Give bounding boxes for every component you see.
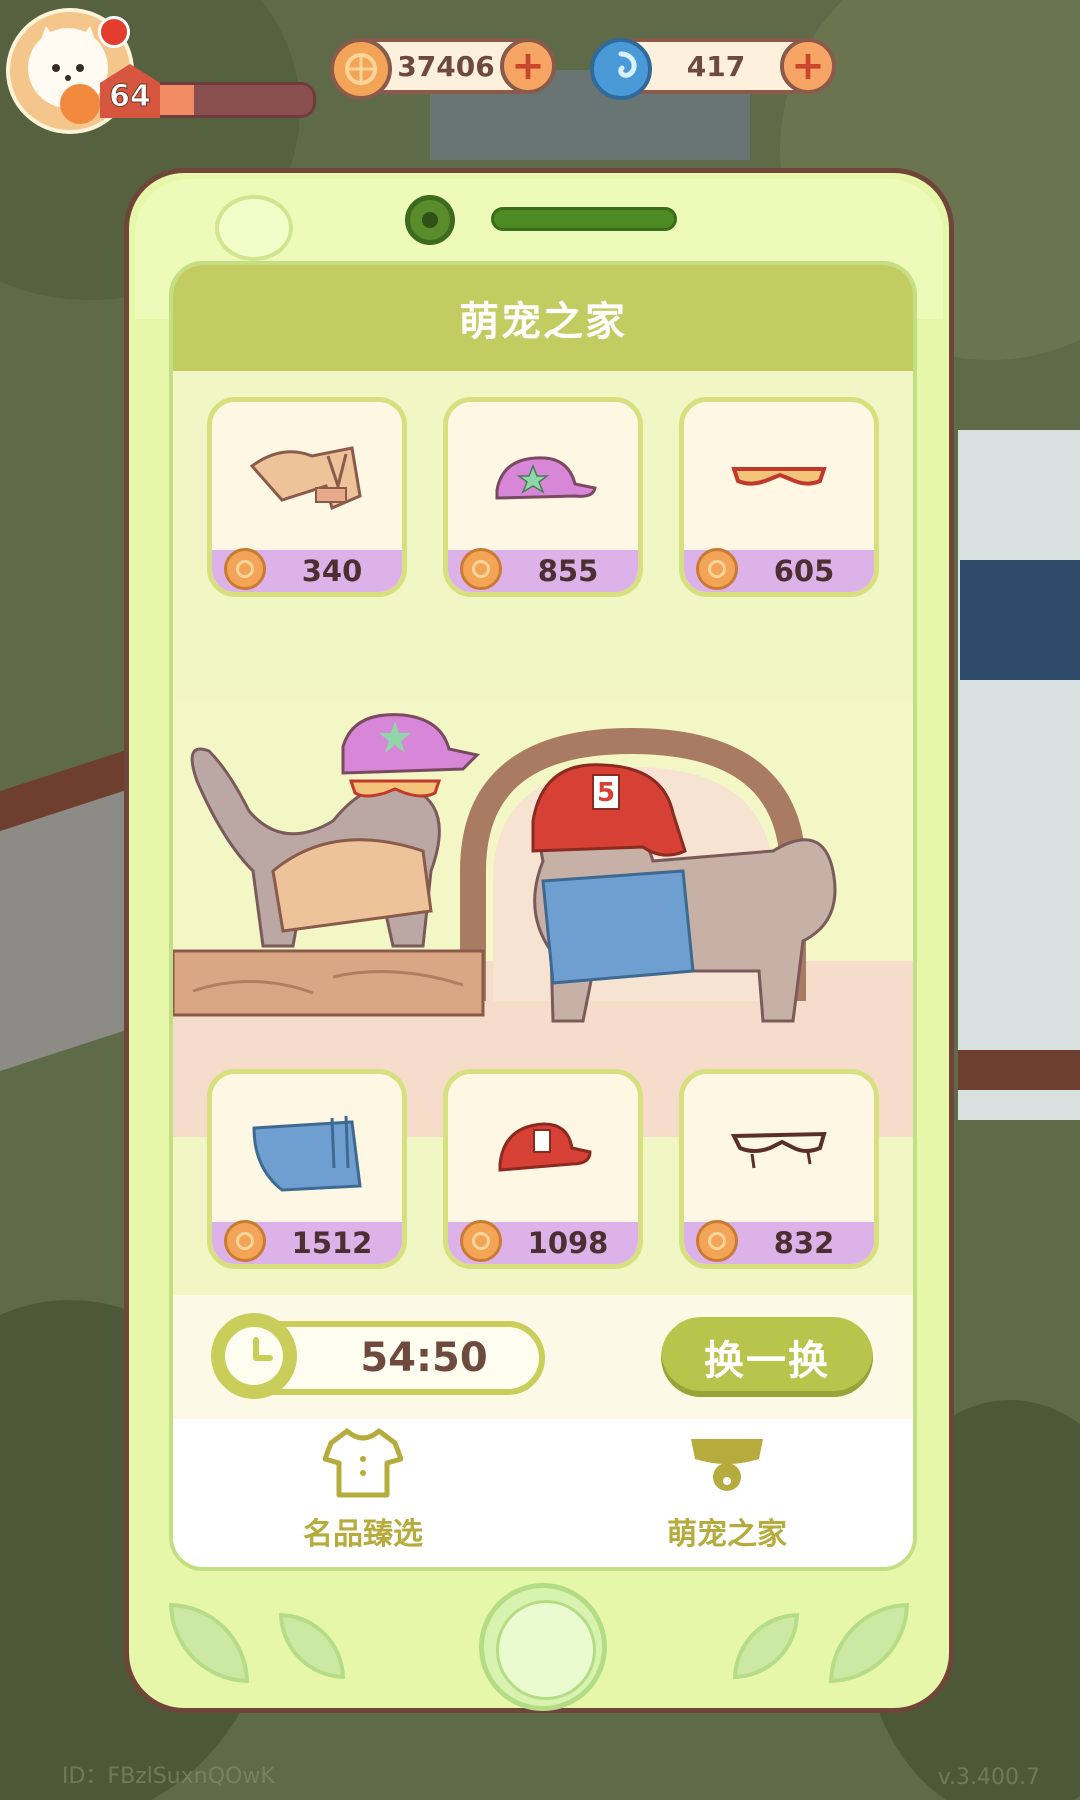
item-card-star-cap[interactable]: 855 bbox=[443, 397, 643, 597]
coin-value: 37406 bbox=[397, 49, 495, 83]
item-card-black-glasses[interactable]: 832 bbox=[679, 1069, 879, 1269]
leaf-icon bbox=[829, 1603, 909, 1683]
level-value: 64 bbox=[109, 79, 152, 115]
item-card-red-helmet[interactable]: 1098 bbox=[443, 1069, 643, 1269]
gem-value: 417 bbox=[686, 49, 746, 83]
plus-icon: + bbox=[791, 43, 825, 89]
item-card-red-sunglasses[interactable]: 605 bbox=[679, 397, 879, 597]
notification-dot bbox=[98, 16, 130, 48]
add-gems-button[interactable]: + bbox=[780, 38, 836, 94]
flower-coin-icon bbox=[330, 38, 392, 100]
tab-bar: 名品臻选 萌宠之家 bbox=[173, 1419, 913, 1567]
flower-coin-icon bbox=[696, 1220, 738, 1262]
leaf-icon bbox=[279, 1613, 345, 1679]
clock-icon bbox=[211, 1313, 297, 1399]
shirt-icon bbox=[323, 1428, 403, 1498]
flower-coin-icon bbox=[696, 548, 738, 590]
flower-coin-icon bbox=[460, 548, 502, 590]
denim-shirt-icon bbox=[212, 1074, 402, 1222]
tab-premium-selection[interactable]: 名品臻选 bbox=[213, 1419, 513, 1567]
plus-icon: + bbox=[511, 43, 545, 89]
leaf-icon bbox=[733, 1613, 799, 1679]
refresh-timer: 54:50 bbox=[360, 1335, 488, 1381]
flower-coin-icon bbox=[224, 1220, 266, 1262]
item-card-denim-shirt[interactable]: 1512 bbox=[207, 1069, 407, 1269]
red-helmet-icon bbox=[448, 1074, 638, 1222]
flower-coin-icon bbox=[460, 1220, 502, 1262]
speaker-slot bbox=[491, 207, 677, 231]
shop-title: 萌宠之家 bbox=[459, 299, 627, 345]
item-price: 1098 bbox=[527, 1226, 609, 1260]
star-cap-icon bbox=[448, 402, 638, 550]
coin-counter: 37406 + bbox=[330, 38, 556, 100]
phone-frame: 萌宠之家 340 855 605 5 1512 1098 832 54:50 换… bbox=[124, 168, 954, 1713]
svg-text:5: 5 bbox=[597, 778, 615, 808]
tab-pet-home[interactable]: 萌宠之家 bbox=[577, 1419, 877, 1567]
black-glasses-icon bbox=[684, 1074, 874, 1222]
apple-home-button[interactable] bbox=[479, 1583, 607, 1711]
shop-screen: 萌宠之家 340 855 605 5 1512 1098 832 54:50 换… bbox=[169, 261, 917, 1571]
refresh-row: 54:50 换一换 bbox=[173, 1295, 913, 1419]
collar-bell-icon bbox=[691, 1439, 763, 1491]
apple-logo-icon bbox=[215, 195, 293, 261]
refresh-button[interactable]: 换一换 bbox=[661, 1317, 873, 1397]
blue-swirl-icon bbox=[590, 38, 652, 100]
refresh-button-label: 换一换 bbox=[704, 1338, 830, 1384]
gem-counter: 417 + bbox=[590, 38, 836, 100]
flower-coin-icon bbox=[224, 548, 266, 590]
version-label: v.3.400.7 bbox=[937, 1765, 1040, 1790]
trench-coat-icon bbox=[212, 402, 402, 550]
item-price: 832 bbox=[773, 1226, 835, 1260]
item-price: 855 bbox=[537, 554, 599, 588]
item-price: 605 bbox=[773, 554, 835, 588]
item-card-trench-coat[interactable]: 340 bbox=[207, 397, 407, 597]
item-price: 340 bbox=[301, 554, 363, 588]
xp-bar bbox=[140, 82, 316, 118]
camera-icon bbox=[405, 195, 455, 245]
tab-label: 名品臻选 bbox=[303, 1517, 423, 1552]
player-id: ID：FBzlSuxnQOwK bbox=[62, 1764, 275, 1789]
house-decor bbox=[958, 430, 1080, 1120]
phone-bottom-bezel bbox=[129, 1583, 949, 1711]
add-coins-button[interactable]: + bbox=[500, 38, 556, 94]
tab-label: 萌宠之家 bbox=[667, 1517, 787, 1552]
leaf-icon bbox=[169, 1603, 249, 1683]
red-sunglasses-icon bbox=[684, 402, 874, 550]
item-price: 1512 bbox=[291, 1226, 373, 1260]
shop-header: 萌宠之家 bbox=[173, 265, 913, 371]
